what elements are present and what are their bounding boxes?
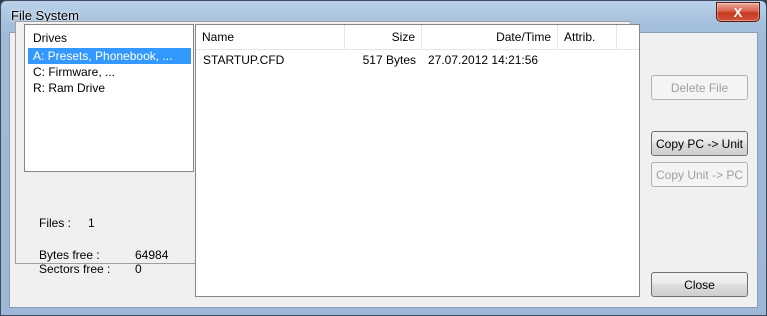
column-header-name[interactable]: Name xyxy=(196,25,345,49)
column-header-datetime[interactable]: Date/Time xyxy=(422,25,558,49)
table-row[interactable]: STARTUP.CFD 517 Bytes 27.07.2012 14:21:5… xyxy=(196,51,639,69)
copy-unit-to-pc-button[interactable]: Copy Unit -> PC xyxy=(651,162,748,187)
file-list[interactable]: Name Size Date/Time Attrib. STARTUP.CFD … xyxy=(195,24,640,297)
close-button[interactable]: Close xyxy=(651,272,748,297)
files-label: Files : xyxy=(39,216,72,230)
sectors-free-label: Sectors free : xyxy=(39,262,111,276)
cell-size: 517 Bytes xyxy=(362,53,416,67)
delete-file-button[interactable]: Delete File xyxy=(651,75,748,100)
cell-name: STARTUP.CFD xyxy=(203,53,285,67)
drive-item-r[interactable]: R: Ram Drive xyxy=(28,80,191,96)
files-value: 1 xyxy=(88,216,95,230)
column-header-size[interactable]: Size xyxy=(345,25,422,49)
column-header-attrib[interactable]: Attrib. xyxy=(558,25,617,49)
copy-pc-to-unit-button[interactable]: Copy PC -> Unit xyxy=(651,131,748,156)
drive-item-a[interactable]: A: Presets, Phonebook, ... xyxy=(28,48,191,64)
close-icon: X xyxy=(733,4,743,20)
sectors-free-value: 0 xyxy=(135,262,142,276)
drives-list[interactable]: Drives A: Presets, Phonebook, ... C: Fir… xyxy=(24,24,194,172)
header-divider xyxy=(196,49,639,50)
bytes-free-label: Bytes free : xyxy=(39,248,100,262)
cell-datetime: 27.07.2012 14:21:56 xyxy=(428,53,539,67)
bytes-free-value: 64984 xyxy=(135,248,169,262)
drives-header: Drives xyxy=(33,31,68,45)
window-close-button[interactable]: X xyxy=(716,2,760,22)
drive-item-c[interactable]: C: Firmware, ... xyxy=(28,64,191,80)
